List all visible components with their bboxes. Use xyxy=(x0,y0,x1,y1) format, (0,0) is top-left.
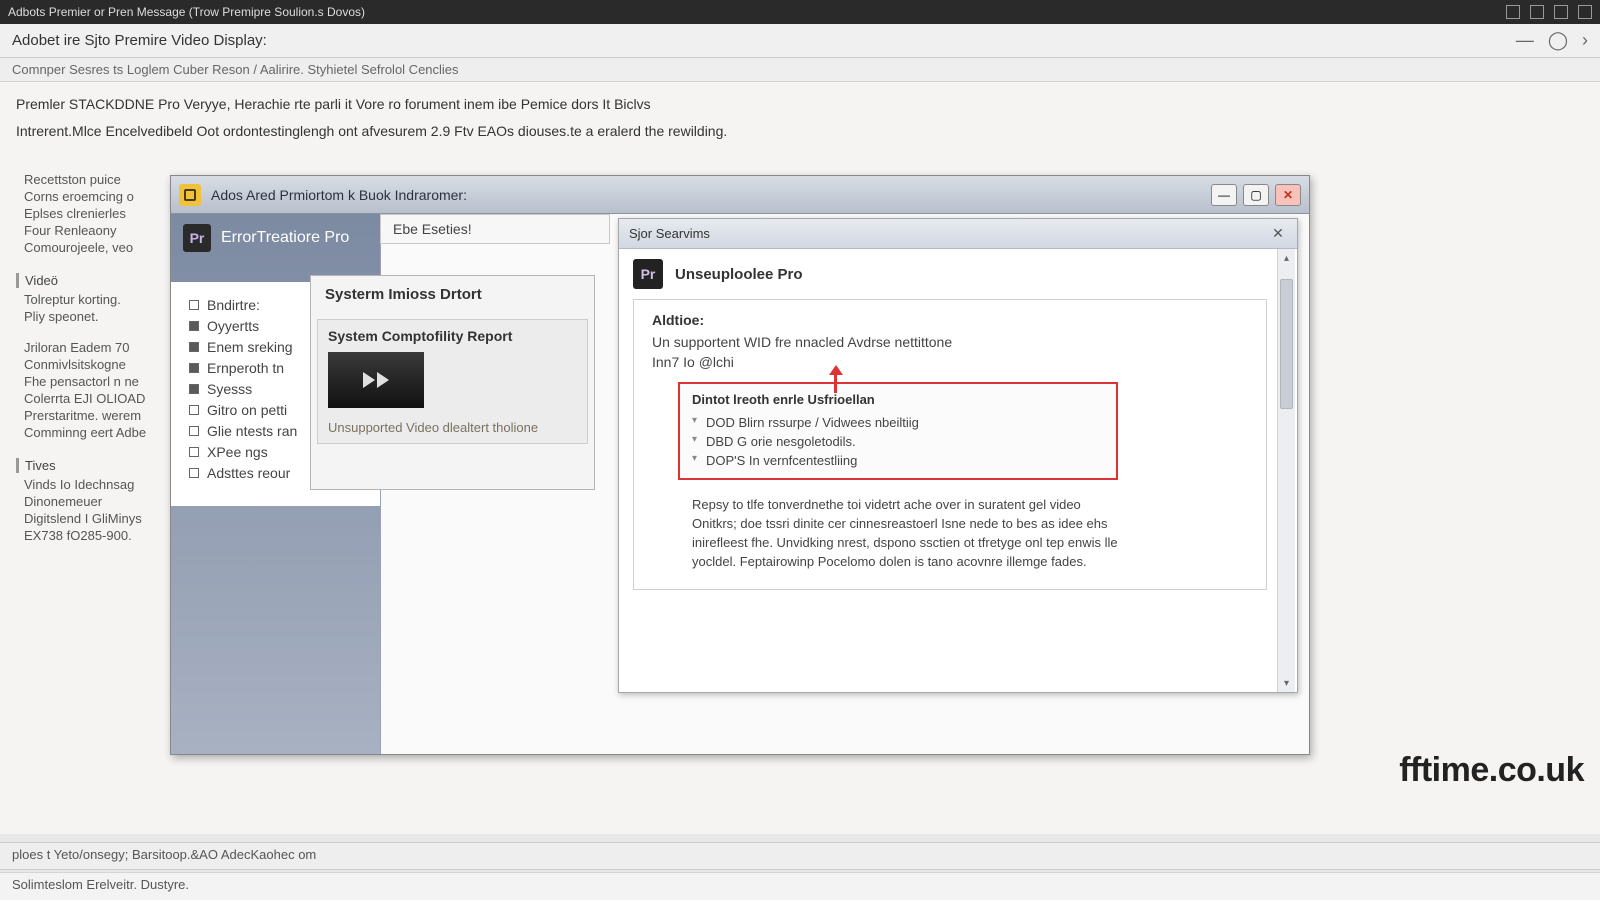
status-bar-2: Solimteslom Erelveitr. Dustyre. xyxy=(0,872,1600,900)
app-icon xyxy=(179,184,201,206)
sidebar-item-label: Syesss xyxy=(207,381,252,397)
popup-titlebar[interactable]: Sjor Searvims ✕ xyxy=(619,219,1297,249)
compat-report-panel: Systerm Imioss Drtort System Comptofilit… xyxy=(310,275,595,490)
browser-controls: — ◯ › xyxy=(1516,30,1588,51)
bg-side-line: Dinonemeuer xyxy=(16,494,156,509)
inset-line-2: Inn7 Io @lchi xyxy=(652,354,1248,370)
bg-side-line: Colerrta EJI OLIOAD xyxy=(16,391,156,406)
titlebar-icon-4[interactable] xyxy=(1578,5,1592,19)
sidebar-item-label: Bndirtre: xyxy=(207,297,260,313)
checkbox-icon xyxy=(189,321,199,331)
sidebar-header: ErrorTreatiore Pro xyxy=(221,229,349,247)
bg-side-line: Comourojeele, veo xyxy=(16,240,156,255)
error-popup: Sjor Searvims ✕ ▴ ▾ Pr Unseuploolee Pro … xyxy=(618,218,1298,693)
inset-line-1: Un supportent WID fre nnacled Avdrse net… xyxy=(652,334,1248,350)
checkbox-icon xyxy=(189,384,199,394)
bg-side-line: Eplses clrenierles xyxy=(16,206,156,221)
background-sidebar: Recettston puice Corns eroemcing o Eplse… xyxy=(16,172,156,545)
titlebar-icon-2[interactable] xyxy=(1530,5,1544,19)
bg-side-line: Tolreptur korting. xyxy=(16,292,156,307)
driver-item[interactable]: DBD G orie nesgoletodils. xyxy=(692,432,1104,451)
bg-side-line: Prerstaritme. werem xyxy=(16,408,156,423)
play-icon xyxy=(363,372,375,388)
checkbox-icon xyxy=(189,342,199,352)
driver-item[interactable]: DOD Blirn rssurpe / Vidwees nbeiltiig xyxy=(692,413,1104,432)
highlighted-driver-box: Dintot lreoth enrle Usfrioellan DOD Blir… xyxy=(678,382,1118,480)
restore-icon[interactable]: ◯ xyxy=(1548,30,1568,51)
minimize-icon[interactable]: — xyxy=(1516,30,1534,51)
premiere-icon: Pr xyxy=(633,259,663,289)
status-bar-1: ploes t Yeto/onsegy; Barsitoop.&AO AdecK… xyxy=(0,842,1600,870)
titlebar-icon-3[interactable] xyxy=(1554,5,1568,19)
play-icon xyxy=(377,372,389,388)
watermark: fftime.co.uk xyxy=(1399,751,1584,790)
checkbox-icon xyxy=(189,363,199,373)
sidebar-item-label: Adsttes reour xyxy=(207,465,290,481)
checkbox-icon xyxy=(189,300,199,310)
background-article: Premler STACKDDNE Pro Veryye, Herachie r… xyxy=(16,94,916,142)
driver-item[interactable]: DOP'S In vernfcentestliing xyxy=(692,451,1104,470)
dialog-minimize-button[interactable]: — xyxy=(1211,184,1237,206)
mid-panel-title: Systerm Imioss Drtort xyxy=(311,276,594,313)
red-box-title: Dintot lreoth enrle Usfrioellan xyxy=(692,392,1104,407)
checkbox-icon xyxy=(189,405,199,415)
scroll-down-icon[interactable]: ▾ xyxy=(1278,674,1295,692)
sidebar-item-label: Ernperoth tn xyxy=(207,360,284,376)
close-icon[interactable]: › xyxy=(1582,30,1588,51)
popup-header: Unseuploolee Pro xyxy=(675,266,803,283)
bg-side-line: Jriloran Eadem 70 xyxy=(16,340,156,355)
browser-chrome: Adobet ire Sjto Premire Video Display: —… xyxy=(0,24,1600,58)
page-title: Adobet ire Sjto Premire Video Display: xyxy=(12,32,267,49)
tab-label: Ebe Eseties! xyxy=(393,221,472,237)
premiere-icon: Pr xyxy=(183,224,211,252)
bg-side-line: EX738 fO285-900. xyxy=(16,528,156,543)
sidebar-item-label: Gitro on petti xyxy=(207,402,287,418)
sidebar-item-label: Enem sreking xyxy=(207,339,293,355)
sidebar-item-label: XPee ngs xyxy=(207,444,268,460)
compat-caption: Unsupported Video dlealtert tholione xyxy=(328,420,577,435)
bg-side-line: Four Renleaony xyxy=(16,223,156,238)
sidebar-item-label: Glie ntests ran xyxy=(207,423,297,439)
bg-side-line: Vinds Io Idechnsag xyxy=(16,477,156,492)
checkbox-icon xyxy=(189,426,199,436)
bg-side-line: Conmivlsitskogne xyxy=(16,357,156,372)
bg-side-line: Fhe pensactorl n ne xyxy=(16,374,156,389)
bg-side-line: Recettston puice xyxy=(16,172,156,187)
checkbox-icon xyxy=(189,468,199,478)
bg-side-line: Comminng eert Adbe xyxy=(16,425,156,440)
popup-inset-panel: Aldtioe: Un supportent WID fre nnacled A… xyxy=(633,299,1267,590)
dialog-title: Ados Ared Prmiortom k Buok Indraromer: xyxy=(211,187,467,203)
bg-side-line: Pliy speonet. xyxy=(16,309,156,324)
red-arrow-icon xyxy=(829,365,843,393)
window-titlebar: Adbots Premier or Pren Message (Trow Pre… xyxy=(0,0,1600,24)
video-thumbnail xyxy=(328,352,424,408)
bg-paragraph-2: Intrerent.Mlce Encelvedibeld Oot ordonte… xyxy=(16,121,916,142)
dialog-maximize-button[interactable]: ▢ xyxy=(1243,184,1269,206)
popup-paragraph: Repsy to tlfe tonverdnethe toi videtrt a… xyxy=(692,496,1122,571)
dialog-titlebar[interactable]: Ados Ared Prmiortom k Buok Indraromer: —… xyxy=(171,176,1309,214)
window-title: Adbots Premier or Pren Message (Trow Pre… xyxy=(8,5,365,19)
bg-side-header-video: Videö xyxy=(16,273,156,288)
titlebar-icon-1[interactable] xyxy=(1506,5,1520,19)
checkbox-icon xyxy=(189,447,199,457)
bg-side-line: Digitslend I GliMinys xyxy=(16,511,156,526)
breadcrumb: Comnper Sesres ts Loglem Cuber Reson / A… xyxy=(0,58,1600,82)
window-titlebar-icons xyxy=(1506,5,1592,19)
popup-title: Sjor Searvims xyxy=(629,226,710,241)
compat-report-title: System Comptofility Report xyxy=(328,328,577,344)
dialog-close-button[interactable]: ✕ xyxy=(1275,184,1301,206)
bg-side-line: Corns eroemcing o xyxy=(16,189,156,204)
bg-paragraph-1: Premler STACKDDNE Pro Veryye, Herachie r… xyxy=(16,94,916,115)
tab-header[interactable]: Ebe Eseties! xyxy=(380,214,610,244)
popup-close-button[interactable]: ✕ xyxy=(1269,225,1287,243)
bg-side-header-tives: Tives xyxy=(16,458,156,473)
inset-label: Aldtioe: xyxy=(652,312,1248,328)
sidebar-item-label: Oyyertts xyxy=(207,318,259,334)
